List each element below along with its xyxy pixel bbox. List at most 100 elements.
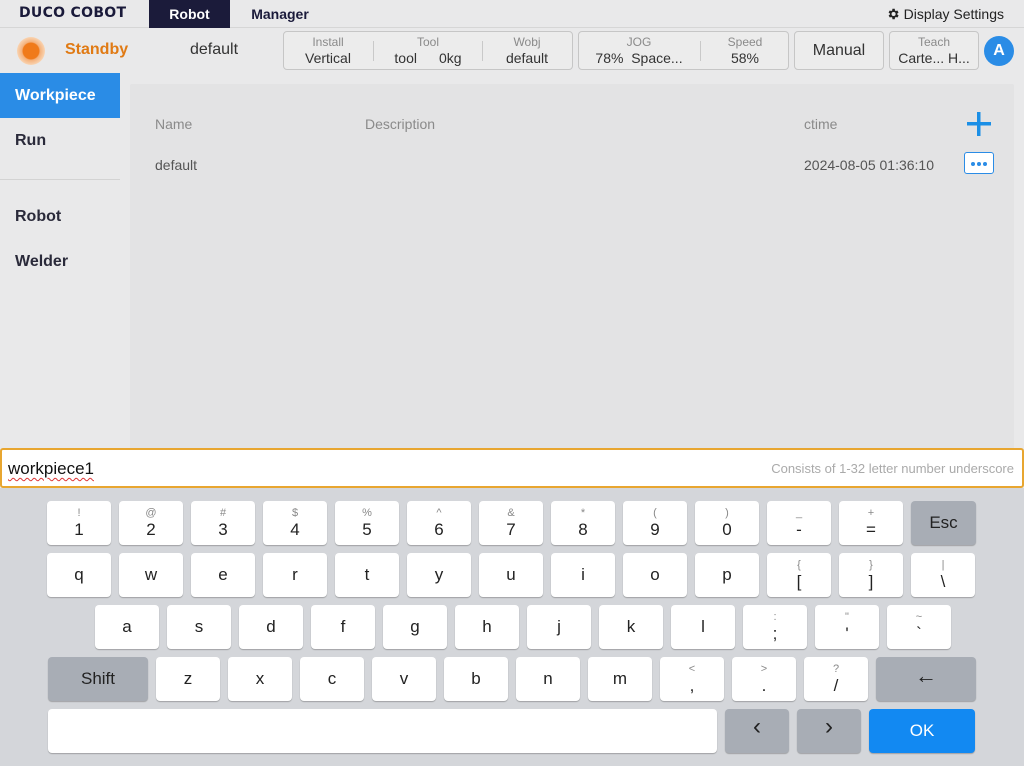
key-shift-label: ! xyxy=(77,507,81,519)
key-[[interactable]: {[ xyxy=(767,553,831,597)
jog-speed-group[interactable]: JOG 78% Space... Speed 58% xyxy=(578,31,789,70)
tab-robot[interactable]: Robot xyxy=(149,0,230,28)
teach-group[interactable]: Teach Carte... H... xyxy=(889,31,979,70)
key-x[interactable]: x xyxy=(228,657,292,701)
add-workpiece-button[interactable] xyxy=(964,109,994,139)
key-label: e xyxy=(218,565,228,584)
install-cell: Install Vertical xyxy=(284,32,372,69)
key-b[interactable]: b xyxy=(444,657,508,701)
key-;[interactable]: :; xyxy=(743,605,807,649)
input-hint: Consists of 1-32 letter number underscor… xyxy=(771,461,1014,476)
text-input-field[interactable]: workpiece1 Consists of 1-32 letter numbe… xyxy=(0,448,1024,488)
key-i[interactable]: i xyxy=(551,553,615,597)
sidebar-divider xyxy=(0,179,120,180)
tool-cell: Tool tool 0kg xyxy=(374,32,482,69)
key-6[interactable]: ^ 6 xyxy=(407,501,471,545)
key-,[interactable]: <, xyxy=(660,657,724,701)
key-9[interactable]: (9 xyxy=(623,501,687,545)
key-y[interactable]: y xyxy=(407,553,471,597)
key-][interactable]: }] xyxy=(839,553,903,597)
jog-cell: JOG 78% Space... xyxy=(579,32,699,69)
sidebar-item-welder[interactable]: Welder xyxy=(0,239,120,284)
key-4[interactable]: $4 xyxy=(263,501,327,545)
key-'[interactable]: " ' xyxy=(815,605,879,649)
key-label: [ xyxy=(796,572,802,591)
input-value: workpiece1 xyxy=(8,459,94,478)
manual-mode-button[interactable]: Manual xyxy=(794,31,884,70)
key-shift-label: $ xyxy=(291,507,299,519)
key-d[interactable]: d xyxy=(239,605,303,649)
key-h[interactable]: h xyxy=(455,605,519,649)
space-key[interactable] xyxy=(48,709,717,753)
key-v[interactable]: v xyxy=(372,657,436,701)
key-t[interactable]: t xyxy=(335,553,399,597)
key-/[interactable]: ? / xyxy=(804,657,868,701)
key-7[interactable]: & 7 xyxy=(479,501,543,545)
tool-name: tool xyxy=(394,50,417,66)
key-8[interactable]: * 8 xyxy=(551,501,615,545)
key-`[interactable]: ~ ` xyxy=(887,605,951,649)
key-shift-label: ) xyxy=(725,507,729,519)
key-r[interactable]: r xyxy=(263,553,327,597)
key-label: ` xyxy=(916,624,922,643)
key-e[interactable]: e xyxy=(191,553,255,597)
wobj-value: default xyxy=(505,50,549,66)
key-1[interactable]: ! 1 xyxy=(47,501,111,545)
key-label: j xyxy=(557,617,561,636)
sidebar-item-run[interactable]: Run xyxy=(0,118,120,163)
key-label: y xyxy=(434,565,444,584)
backspace-key[interactable]: ← xyxy=(876,657,976,701)
key-0[interactable]: ) 0 xyxy=(695,501,759,545)
key-s[interactable]: s xyxy=(167,605,231,649)
key-m[interactable]: m xyxy=(588,657,652,701)
key-\[interactable]: | \ xyxy=(911,553,975,597)
key-=[interactable]: + = xyxy=(839,501,903,545)
key-q[interactable]: q xyxy=(47,553,111,597)
key-j[interactable]: j xyxy=(527,605,591,649)
program-name: default xyxy=(190,41,239,58)
key-o[interactable]: o xyxy=(623,553,687,597)
key-label: a xyxy=(122,617,132,636)
tool-label: Tool xyxy=(416,35,439,49)
key-z[interactable]: z xyxy=(156,657,220,701)
key-l[interactable]: l xyxy=(671,605,735,649)
key-w[interactable]: w xyxy=(119,553,183,597)
speed-value: 58% xyxy=(730,50,760,66)
key-n[interactable]: n xyxy=(516,657,580,701)
tab-manager[interactable]: Manager xyxy=(240,0,320,28)
install-value: Vertical xyxy=(305,50,351,66)
key-3[interactable]: #3 xyxy=(191,501,255,545)
key-label: 6 xyxy=(434,520,444,539)
key-a[interactable]: a xyxy=(95,605,159,649)
ok-key-label: OK xyxy=(909,721,935,740)
ok-key[interactable]: OK xyxy=(869,709,975,753)
key-label: w xyxy=(144,565,158,584)
key-shift-label: ^ xyxy=(436,507,442,519)
more-options-button[interactable] xyxy=(964,152,994,174)
cursor-right-key[interactable]: › xyxy=(797,709,861,753)
teach-cell: Teach Carte... H... xyxy=(890,32,978,69)
cursor-left-key[interactable]: ‹ xyxy=(725,709,789,753)
sidebar-item-workpiece[interactable]: Workpiece xyxy=(0,73,120,118)
key-k[interactable]: k xyxy=(599,605,663,649)
key-c[interactable]: c xyxy=(300,657,364,701)
key-label: o xyxy=(650,565,660,584)
key-2[interactable]: @2 xyxy=(119,501,183,545)
key-.[interactable]: >. xyxy=(732,657,796,701)
escape-key[interactable]: Esc xyxy=(911,501,976,545)
display-settings-button[interactable]: Display Settings xyxy=(886,0,1004,28)
sidebar-item-robot[interactable]: Robot xyxy=(0,194,120,239)
key-f[interactable]: f xyxy=(311,605,375,649)
user-avatar[interactable]: A xyxy=(984,36,1014,66)
jog-label: JOG xyxy=(626,35,652,49)
key-label: h xyxy=(482,617,492,636)
key-g[interactable]: g xyxy=(383,605,447,649)
key-u[interactable]: u xyxy=(479,553,543,597)
shift-key[interactable]: Shift xyxy=(48,657,148,701)
speed-label: Speed xyxy=(727,35,763,49)
install-tool-wobj-group[interactable]: Install Vertical Tool tool 0kg Wobj defau… xyxy=(283,31,573,70)
key-label: ; xyxy=(772,624,778,643)
key--[interactable]: _ - xyxy=(767,501,831,545)
key-5[interactable]: % 5 xyxy=(335,501,399,545)
key-p[interactable]: p xyxy=(695,553,759,597)
